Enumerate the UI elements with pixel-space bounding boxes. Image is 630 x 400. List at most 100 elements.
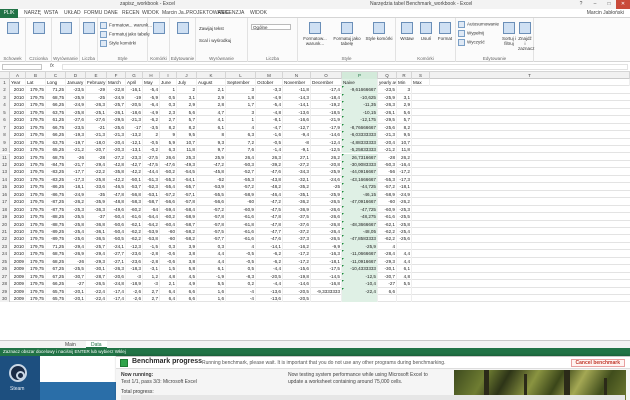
cell[interactable]: -62,2 <box>126 235 143 243</box>
cell[interactable]: 2010 <box>10 168 26 176</box>
cell[interactable]: -48,3666667 <box>342 220 378 228</box>
cell[interactable]: 5,6 <box>397 108 412 117</box>
cell[interactable]: -3,3 <box>256 86 283 94</box>
cell[interactable]: 9 <box>160 131 177 139</box>
cell[interactable]: -8,3 <box>226 272 256 281</box>
cell[interactable]: 25,3 <box>177 153 197 161</box>
align-icon[interactable] <box>60 22 72 34</box>
cell[interactable]: -25,7 <box>107 101 126 109</box>
column-header-f[interactable]: F <box>107 72 126 79</box>
cell[interactable]: -19 <box>126 93 143 102</box>
cell[interactable]: -6,2 <box>143 116 160 124</box>
cell[interactable]: -55,5 <box>197 190 226 199</box>
cell[interactable]: 2,9 <box>397 101 412 109</box>
cell[interactable]: -60,9 <box>226 205 256 214</box>
cell[interactable]: -4 <box>226 287 256 296</box>
cell[interactable]: -27,6 <box>86 116 107 124</box>
cell[interactable]: -50,3 <box>226 160 256 169</box>
cell[interactable]: -37 <box>86 213 107 221</box>
cell[interactable]: -61,6 <box>378 213 397 221</box>
cell[interactable] <box>311 295 342 303</box>
cell[interactable]: -5,25833333 <box>342 146 378 154</box>
cell[interactable]: 4,9 <box>177 280 197 288</box>
cell[interactable]: -25 <box>86 93 107 102</box>
cell[interactable]: -26,5 <box>86 280 107 288</box>
cell[interactable]: -10,15 <box>342 108 378 117</box>
cell[interactable]: -61,8 <box>226 220 256 228</box>
cell[interactable]: 179,75 <box>26 93 46 102</box>
cell[interactable]: 66,75 <box>46 123 66 132</box>
cell[interactable]: -10,625 <box>342 93 378 102</box>
cell[interactable]: -51,3 <box>143 175 160 184</box>
cell[interactable]: 6,6 <box>177 287 197 296</box>
cell[interactable]: -11,8 <box>283 86 311 94</box>
cell[interactable]: -47,8 <box>256 220 283 228</box>
cell[interactable]: 2009 <box>10 257 26 266</box>
cell[interactable]: -47,6 <box>256 235 283 243</box>
cell[interactable]: 0,5 <box>226 265 256 273</box>
cell[interactable]: 2010 <box>10 116 26 124</box>
cell[interactable]: -3,5 <box>143 123 160 132</box>
cell[interactable]: -25,9 <box>378 93 397 102</box>
cell[interactable]: -27,2 <box>283 160 311 169</box>
cell[interactable]: -16,2 <box>283 242 311 251</box>
cell[interactable]: 2010 <box>10 183 26 191</box>
fx-icon[interactable]: fx <box>50 63 54 69</box>
cell[interactable]: -5,9 <box>143 93 160 102</box>
cell[interactable]: -48,2 <box>256 183 283 191</box>
cell[interactable]: 3 <box>397 86 412 94</box>
cell[interactable]: -29,5 <box>378 116 397 124</box>
cell[interactable]: -18,5 <box>311 108 342 117</box>
tab-wstaw[interactable]: WSTA <box>44 10 58 16</box>
cell[interactable]: -33,6 <box>86 183 107 191</box>
cell[interactable]: -58,3 <box>126 198 143 206</box>
cell[interactable]: -17,4 <box>107 295 126 303</box>
cell[interactable]: 2010 <box>10 138 26 147</box>
cell[interactable]: -57,8 <box>177 198 197 206</box>
cell[interactable]: -26,4 <box>311 228 342 236</box>
cell[interactable]: 1,6 <box>197 287 226 296</box>
row-number[interactable]: 20 <box>0 220 10 228</box>
column-header-i[interactable]: I <box>160 72 177 79</box>
cell[interactable]: 3,8 <box>177 257 197 266</box>
cell[interactable]: -22,8 <box>107 86 126 94</box>
cell[interactable]: -62,1 <box>126 220 143 228</box>
cell[interactable]: -42,8 <box>107 160 126 169</box>
cell[interactable]: 179,75 <box>26 198 46 206</box>
cell[interactable]: -20,4 <box>107 138 126 147</box>
cell[interactable]: 179,75 <box>26 272 46 281</box>
cell[interactable]: 65,25 <box>46 146 66 154</box>
cell[interactable]: -13,1 <box>126 146 143 154</box>
cell[interactable]: 67,25 <box>46 265 66 273</box>
cell[interactable]: -47,6 <box>160 160 177 169</box>
cell[interactable]: 2010 <box>10 190 26 199</box>
number-icon[interactable] <box>83 22 95 34</box>
cell[interactable]: -44,0916667 <box>342 168 378 176</box>
cell[interactable] <box>397 287 412 296</box>
cell[interactable]: 67,25 <box>46 272 66 281</box>
cell[interactable]: 2010 <box>10 235 26 243</box>
insert-icon[interactable] <box>401 22 413 34</box>
cell[interactable]: -47,7 <box>256 228 283 236</box>
cell[interactable]: -17,4 <box>311 86 342 94</box>
cell[interactable]: -17,5 <box>311 265 342 273</box>
cell[interactable]: -20,3 <box>107 146 126 154</box>
column-header-h[interactable]: H <box>143 72 160 79</box>
cell[interactable]: -26,8 <box>311 220 342 228</box>
cell[interactable]: -86,75 <box>46 190 66 199</box>
cell[interactable]: -26,1 <box>378 108 397 117</box>
cell[interactable]: 6,1 <box>397 265 412 273</box>
cell[interactable]: -36,5 <box>86 235 107 243</box>
cell[interactable]: -18,1 <box>311 257 342 266</box>
cell[interactable]: -9,3333333 <box>311 287 342 296</box>
cell[interactable]: 179,75 <box>26 160 46 169</box>
close-button[interactable]: ✕ <box>616 0 630 9</box>
row-number[interactable]: 7 <box>0 123 10 132</box>
cell[interactable]: 66,25 <box>46 101 66 109</box>
column-title[interactable]: Naive <box>342 79 378 87</box>
cell[interactable]: 179,75 <box>26 153 46 161</box>
cell[interactable]: -50,4 <box>107 228 126 236</box>
cell[interactable]: -3 <box>143 280 160 288</box>
cell[interactable]: -21,7 <box>66 160 86 169</box>
column-title[interactable]: Min <box>397 79 412 87</box>
